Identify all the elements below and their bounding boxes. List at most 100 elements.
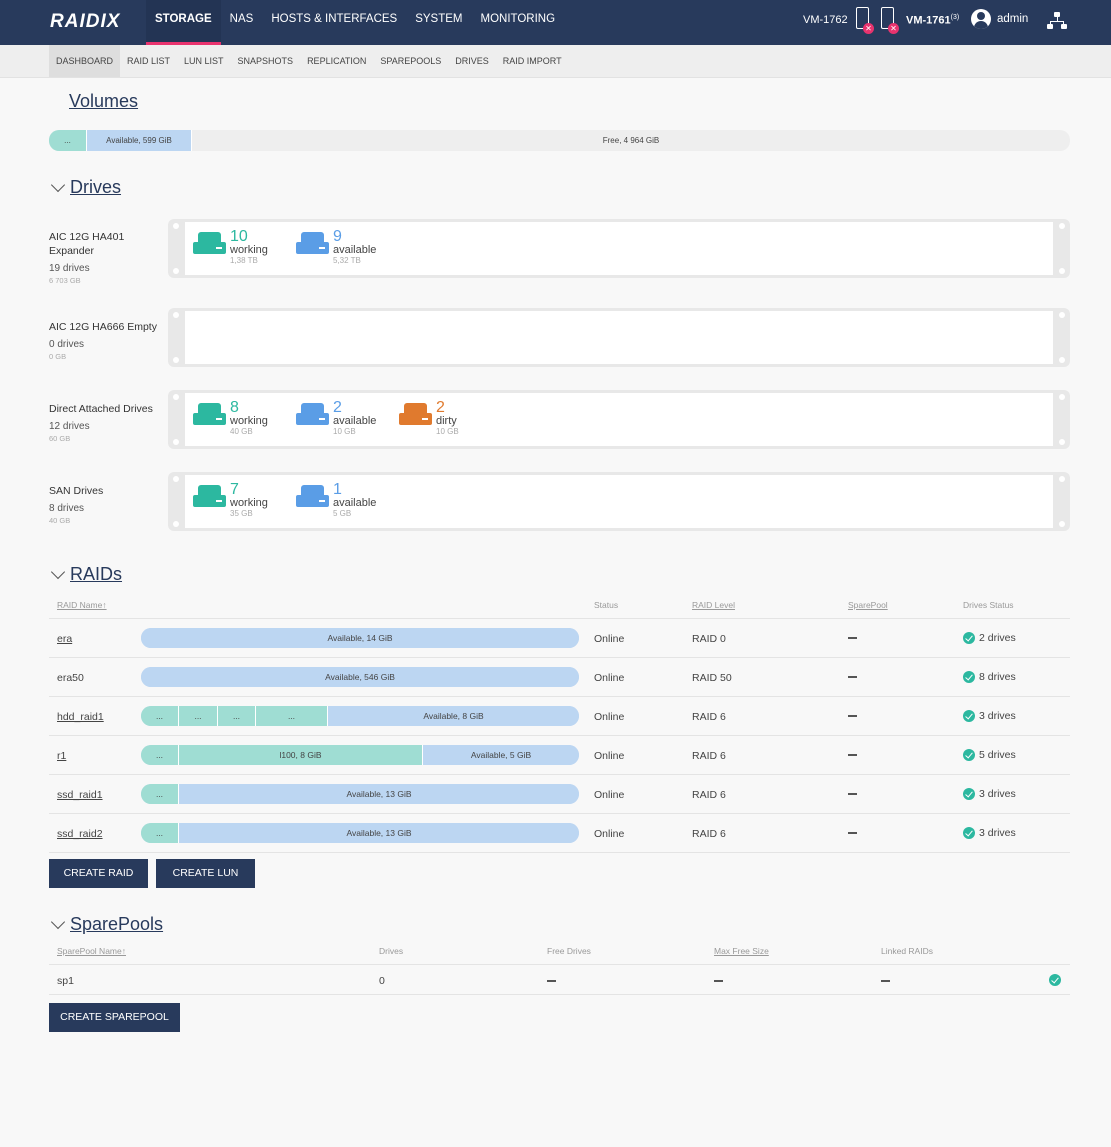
tab-sparepools[interactable]: SPAREPOOLS	[373, 45, 448, 77]
raid-name-link[interactable]: r1	[57, 750, 66, 762]
create-raid-button[interactable]: CREATE RAID	[49, 859, 148, 888]
drive-group-working[interactable]: 10 working 1,38 TB	[193, 229, 268, 265]
table-row[interactable]: r1 ... l100, 8 GiB Available, 5 GiB Onli…	[49, 736, 1070, 775]
tab-replication[interactable]: REPLICATION	[300, 45, 373, 77]
raid-segment[interactable]: Available, 14 GiB	[141, 628, 579, 648]
create-sparepool-button[interactable]: CREATE SPAREPOOL	[49, 1003, 180, 1032]
drive-icon	[296, 403, 329, 426]
table-row[interactable]: sp1 0	[49, 965, 1070, 995]
raid-segment[interactable]: Available, 13 GiB	[179, 823, 579, 843]
sparepool-none	[848, 637, 857, 639]
nav-monitoring[interactable]: MONITORING	[472, 0, 565, 45]
col-linked-raids: Linked RAIDs	[881, 946, 933, 956]
sparepool-name: sp1	[57, 975, 74, 987]
raid-status: Online	[594, 711, 625, 723]
table-row[interactable]: era Available, 14 GiB Online RAID 0 2 dr…	[49, 619, 1070, 658]
raid-level: RAID 6	[692, 711, 726, 723]
lun-segment[interactable]: ...	[141, 745, 179, 765]
col-max-free-size[interactable]: Max Free Size	[714, 946, 769, 956]
col-free-drives: Free Drives	[547, 946, 591, 956]
drive-group-available[interactable]: 9 available 5,32 TB	[296, 229, 376, 265]
sparepool-drives: 0	[379, 975, 385, 987]
drive-group-working[interactable]: 8 working 40 GB	[193, 400, 268, 436]
node-device-icon[interactable]: ✕	[856, 7, 874, 34]
drives-collapse-icon[interactable]	[50, 177, 66, 193]
enclosure-name: SAN Drives	[49, 485, 104, 497]
enclosure-size: 6 703 GB	[49, 276, 81, 285]
tab-dashboard[interactable]: DASHBOARD	[49, 45, 121, 77]
drive-group-dirty[interactable]: 2 dirty 10 GB	[399, 400, 459, 436]
sparepool-none	[848, 754, 857, 756]
node-device-icon[interactable]: ✕	[881, 7, 899, 34]
col-raid-level[interactable]: RAID Level	[692, 600, 735, 610]
raid-status: Online	[594, 750, 625, 762]
raid-name-link[interactable]: hdd_raid1	[57, 711, 104, 723]
col-raid-name[interactable]: RAID Name↑	[57, 600, 107, 610]
drive-group-working[interactable]: 7 working 35 GB	[193, 482, 268, 518]
network-icon[interactable]	[1047, 12, 1067, 30]
table-row[interactable]: hdd_raid1 ... ... ... ... Available, 8 G…	[49, 697, 1070, 736]
raidix-logo[interactable]: RAIDIX	[50, 11, 120, 33]
enclosure-size: 0 GB	[49, 352, 67, 361]
raids-title[interactable]: RAIDs	[70, 564, 122, 585]
node-vm-1761[interactable]: VM-1761(3)	[906, 14, 959, 27]
raid-capacity-bar: ... ... ... ... Available, 8 GiB	[141, 706, 579, 726]
volume-segment-free: Free, 4 964 GiB	[602, 136, 660, 145]
linked-raids-none	[881, 980, 890, 982]
tab-snapshots[interactable]: SNAPSHOTS	[231, 45, 301, 77]
raid-status: Online	[594, 828, 625, 840]
check-icon	[1049, 974, 1061, 986]
sparepools-collapse-icon[interactable]	[50, 914, 66, 930]
enclosure-name: AIC 12G HA666 Empty	[49, 321, 157, 333]
volume-segment[interactable]: Available, 599 GiB	[87, 130, 192, 151]
raids-collapse-icon[interactable]	[50, 564, 66, 580]
volume-segment[interactable]: ...	[49, 130, 87, 151]
lun-segment[interactable]: ...	[218, 706, 256, 726]
lun-segment[interactable]: ...	[179, 706, 218, 726]
col-sparepool-name[interactable]: SparePool Name↑	[57, 946, 126, 956]
user-menu[interactable]: admin	[971, 9, 1028, 29]
volumes-title[interactable]: Volumes	[69, 91, 138, 112]
enclosure-size: 60 GB	[49, 434, 71, 443]
tab-raid-list[interactable]: RAID LIST	[120, 45, 177, 77]
lun-segment[interactable]: ...	[141, 784, 179, 804]
nav-system[interactable]: SYSTEM	[406, 0, 471, 45]
sparepools-title[interactable]: SparePools	[70, 914, 163, 935]
table-row[interactable]: ssd_raid1 ... Available, 13 GiB Online R…	[49, 775, 1070, 814]
check-icon	[963, 632, 975, 644]
tab-lun-list[interactable]: LUN LIST	[177, 45, 231, 77]
table-row[interactable]: ssd_raid2 ... Available, 13 GiB Online R…	[49, 814, 1070, 853]
col-sparepool[interactable]: SparePool	[848, 600, 888, 610]
raid-segment[interactable]: Available, 13 GiB	[179, 784, 579, 804]
free-drives-none	[547, 980, 556, 982]
tab-raid-import[interactable]: RAID IMPORT	[496, 45, 569, 77]
lun-segment[interactable]: ...	[141, 706, 179, 726]
enclosure-count: 19 drives	[49, 263, 90, 274]
raid-name-link[interactable]: ssd_raid2	[57, 828, 103, 840]
node-vm-1762[interactable]: VM-1762	[803, 14, 848, 26]
raid-status: Online	[594, 633, 625, 645]
lun-segment[interactable]: ...	[256, 706, 328, 726]
nav-storage[interactable]: STORAGE	[146, 0, 221, 45]
nav-nas[interactable]: NAS	[221, 0, 263, 45]
col-status: Status	[594, 600, 619, 610]
drive-icon	[193, 403, 226, 426]
raid-status: Online	[594, 672, 625, 684]
raid-level: RAID 6	[692, 789, 726, 801]
create-lun-button[interactable]: CREATE LUN	[156, 859, 255, 888]
raid-segment[interactable]: Available, 5 GiB	[423, 745, 579, 765]
raid-name-link[interactable]: era	[57, 633, 72, 645]
drive-group-available[interactable]: 1 available 5 GB	[296, 482, 376, 518]
raid-segment[interactable]: Available, 8 GiB	[328, 706, 579, 726]
drives-title[interactable]: Drives	[70, 177, 121, 198]
drive-group-available[interactable]: 2 available 10 GB	[296, 400, 376, 436]
drive-icon	[193, 232, 226, 255]
lun-segment[interactable]: l100, 8 GiB	[179, 745, 423, 765]
tab-drives[interactable]: DRIVES	[448, 45, 496, 77]
enclosure-name: Direct Attached Drives	[49, 403, 153, 415]
lun-segment[interactable]: ...	[141, 823, 179, 843]
nav-hosts-interfaces[interactable]: HOSTS & INTERFACES	[262, 0, 406, 45]
table-row[interactable]: era50 Available, 546 GiB Online RAID 50 …	[49, 658, 1070, 697]
raid-name-link[interactable]: ssd_raid1	[57, 789, 103, 801]
raid-segment[interactable]: Available, 546 GiB	[141, 667, 579, 687]
